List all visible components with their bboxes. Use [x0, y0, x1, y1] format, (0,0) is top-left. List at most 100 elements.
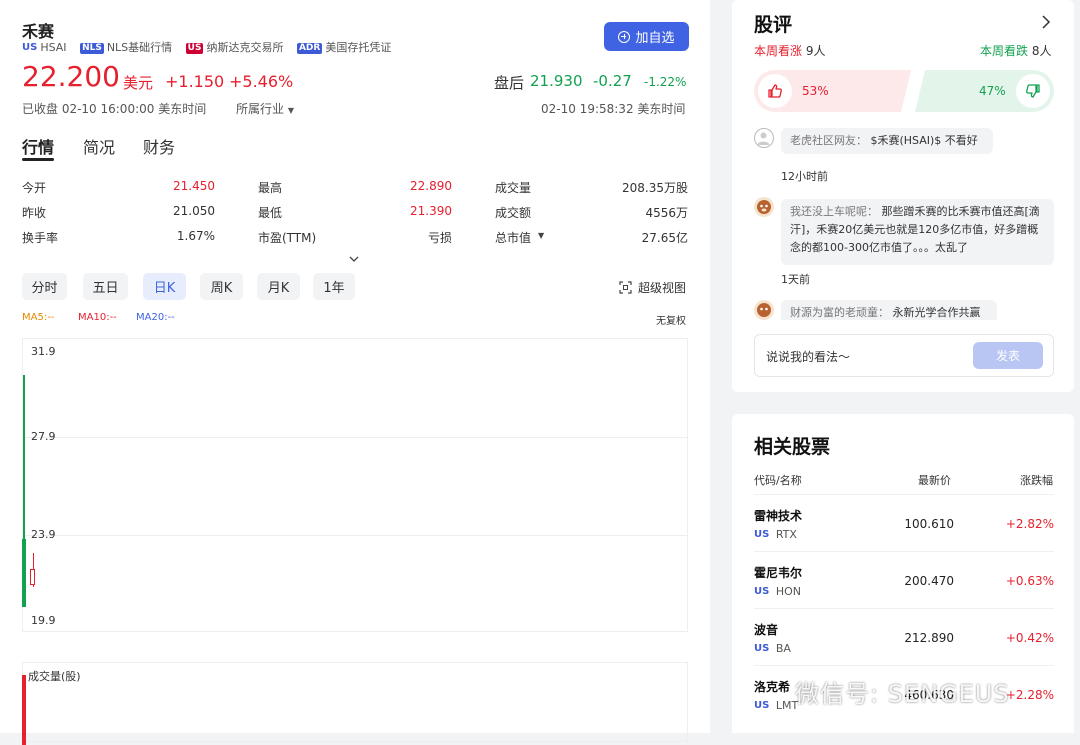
us-market-badge: US: [754, 586, 770, 597]
quote-label: 成交量: [495, 181, 532, 195]
avatar[interactable]: [754, 197, 774, 217]
avatar[interactable]: [754, 300, 774, 320]
related-stock-price: 212.890: [904, 631, 954, 645]
comment-text: 永新光学合作共赢: [892, 306, 981, 319]
quote-label: 成交额: [495, 206, 532, 220]
related-stock-code: US HON: [754, 585, 801, 598]
after-hours-change: -0.27: [593, 72, 632, 90]
last-price: 22.200: [22, 60, 120, 93]
quote-value: 21.450: [173, 179, 215, 193]
adjust-mode: 无复权: [656, 316, 686, 327]
bear-label: 本周看跌 8人: [980, 42, 1051, 59]
avatar[interactable]: [754, 128, 774, 148]
related-stock-row[interactable]: 波音 US BA 212.890 +0.42%: [754, 608, 1054, 666]
quote-label: 换手率: [22, 231, 59, 245]
chevron-right-icon[interactable]: [1040, 14, 1052, 34]
thumbs-up-button[interactable]: [758, 74, 792, 108]
bear-text: 本周看跌: [980, 44, 1029, 58]
quote-label[interactable]: 总市值: [495, 229, 531, 246]
after-hours-price: 21.930: [530, 72, 583, 90]
comment-truncated: 财源为富的老顽童： 永新光学合作共赢: [754, 300, 1044, 320]
comment-author: 老虎社区网友：: [790, 134, 867, 147]
gridline: [23, 535, 687, 536]
nls-badge-icon: NLS: [80, 43, 104, 54]
period-5day[interactable]: 五日: [83, 273, 128, 300]
expand-frame-icon: [619, 281, 632, 294]
comment-author: 财源为富的老顽童：: [790, 306, 889, 319]
caret-down-icon[interactable]: ▼: [538, 231, 544, 240]
period-1year[interactable]: 1年: [313, 273, 355, 300]
bear-count: 8人: [1031, 44, 1052, 58]
period-intraday[interactable]: 分时: [22, 273, 67, 300]
kline-chart[interactable]: 31.9 27.9 23.9 19.9: [22, 338, 688, 632]
us-market-badge: US: [754, 700, 770, 711]
quote-value: 21.050: [173, 204, 215, 218]
after-hours-label: 盘后: [494, 74, 525, 92]
us-market-badge: US: [22, 42, 38, 53]
related-stock-ticker: BA: [775, 642, 791, 655]
comment-bubble[interactable]: 财源为富的老顽童： 永新光学合作共赢: [781, 300, 997, 320]
quote-panel: 禾赛 US HSAI NLS NLS基础行情 US 纳斯达克交易所 ADR 美国存托凭证…: [0, 0, 710, 745]
ticker: HSAI: [40, 41, 67, 54]
cartoon-avatar-icon: [757, 303, 771, 317]
comment-time: 12小时前: [781, 170, 828, 183]
thumbs-down-icon: [1026, 84, 1040, 98]
after-hours-change-pct: -1.22%: [644, 75, 687, 89]
thumbs-down-button[interactable]: [1016, 74, 1050, 108]
quote-label: 最低: [258, 206, 283, 220]
us-flag-icon: US: [185, 43, 204, 54]
period-weekly[interactable]: 周K: [200, 273, 243, 300]
related-stock-name: 霍尼韦尔: [754, 566, 803, 580]
quote-value: 27.65亿: [641, 231, 688, 245]
super-view-button[interactable]: 超级视图: [619, 279, 686, 296]
volume-label: 成交量(股): [28, 670, 81, 683]
bull-count: 9人: [805, 44, 826, 58]
us-market-badge: US: [754, 643, 770, 654]
tag-exchange: 纳斯达克交易所: [206, 41, 284, 54]
period-daily[interactable]: 日K: [143, 273, 186, 300]
add-watchlist-button[interactable]: 加自选: [604, 22, 689, 51]
caret-down-icon: ▼: [287, 106, 294, 115]
sentiment-bar: 53% 47%: [754, 70, 1054, 112]
volume-chart: 成交量(股): [22, 662, 688, 745]
related-stock-price: 200.470: [904, 574, 954, 588]
comment-bubble[interactable]: 老虎社区网友： $禾赛(HSAI)$ 不看好: [781, 128, 993, 154]
watermark: 微信号: SENGEUS: [795, 680, 1010, 708]
quote-label: 最高: [258, 181, 283, 195]
related-stock-name: 波音: [754, 623, 779, 637]
comment-text: $禾赛(HSAI)$ 不看好: [870, 134, 978, 147]
quote-label: 今开: [22, 181, 47, 195]
col-header-change: 涨跌幅: [1020, 474, 1053, 487]
related-stock-change: +0.42%: [1005, 631, 1054, 645]
quote-value: 22.890: [410, 179, 452, 193]
quote-value: 21.390: [410, 204, 452, 218]
adr-badge-icon: ADR: [296, 43, 323, 54]
comment-bubble[interactable]: 我还没上车呢呢： 那些蹭禾赛的比禾赛市值还高[滴汗]，禾赛20亿美元也就是120…: [781, 199, 1054, 265]
quote-value: 1.67%: [176, 229, 215, 243]
period-monthly[interactable]: 月K: [257, 273, 300, 300]
tab-profile[interactable]: 简况: [83, 134, 115, 158]
default-user-icon: [757, 132, 770, 145]
expand-chevron-icon[interactable]: [348, 250, 360, 262]
ma10-label: MA10:--: [78, 312, 117, 323]
y-tick-label: 27.9: [31, 430, 56, 443]
add-watchlist-label: 加自选: [635, 31, 675, 46]
related-stock-row[interactable]: 雷神技术 US RTX 100.610 +2.82%: [754, 494, 1054, 552]
tab-financials[interactable]: 财务: [143, 134, 175, 158]
quote-value: 亏损: [427, 231, 452, 245]
related-stock-change: +2.82%: [1005, 517, 1054, 531]
related-stock-code: US LMT: [754, 699, 798, 712]
tab-quote[interactable]: 行情: [22, 134, 54, 158]
quote-value: 208.35万股: [622, 181, 688, 195]
related-stock-row[interactable]: 霍尼韦尔 US HON 200.470 +0.63%: [754, 551, 1054, 609]
price-change-pct: +5.46%: [229, 72, 294, 91]
industry-dropdown[interactable]: 所属行业 ▼: [236, 100, 294, 117]
candle-body: [30, 568, 35, 586]
volume-bar: [22, 675, 26, 745]
cartoon-avatar-icon: [757, 200, 771, 214]
related-stock-change: +2.28%: [1005, 688, 1054, 702]
tag-adr: 美国存托凭证: [325, 41, 392, 54]
comments-title: 股评: [754, 14, 793, 36]
industry-label: 所属行业: [236, 102, 285, 116]
post-button[interactable]: 发表: [973, 342, 1043, 369]
